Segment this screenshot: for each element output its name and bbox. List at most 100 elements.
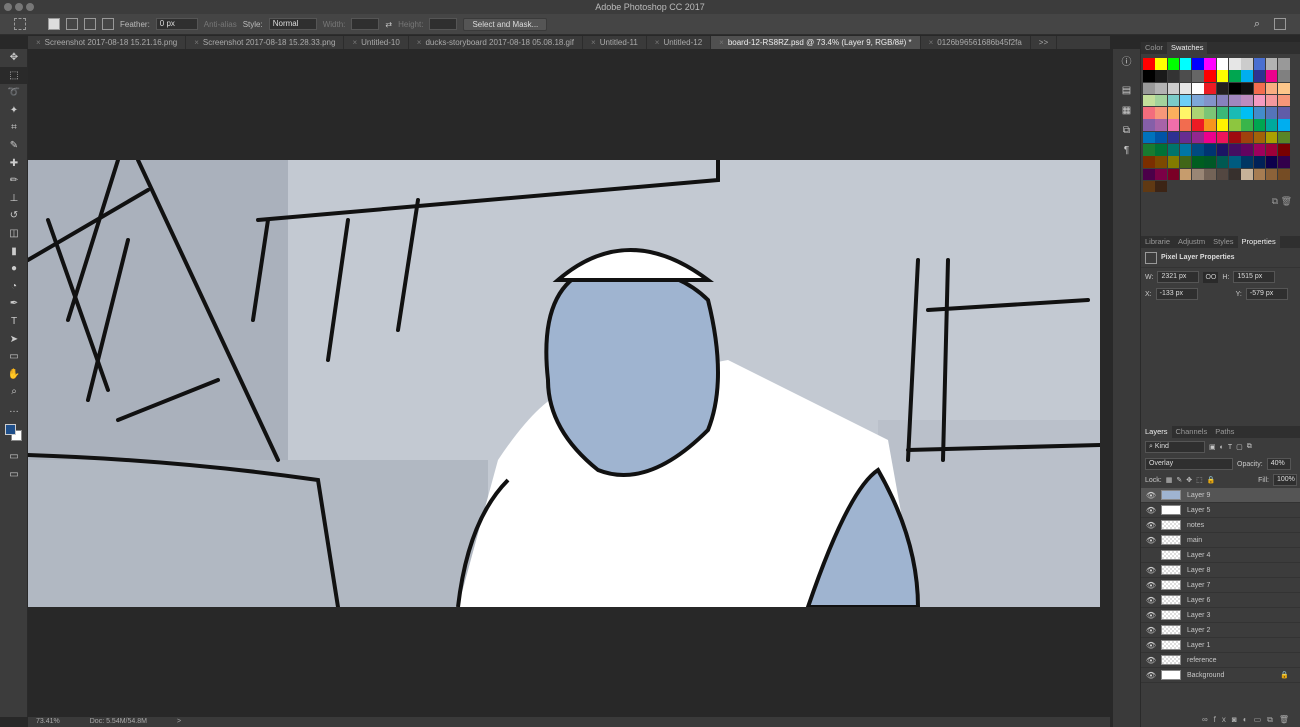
new-selection-icon[interactable] [48,18,60,30]
swatch[interactable] [1253,144,1266,156]
swatch[interactable] [1265,70,1278,82]
swatch[interactable] [1155,82,1167,95]
swatch[interactable] [1167,82,1180,95]
close-tab-icon[interactable]: × [194,38,199,47]
swatch[interactable] [1155,156,1167,168]
filter-pixel-icon[interactable]: ▣ [1209,443,1216,451]
info-icon[interactable]: ⓘ [1113,53,1140,73]
zoom-level[interactable]: 73.41% [36,717,60,727]
style-select[interactable]: Normal [268,18,317,30]
swatch[interactable] [1167,131,1180,144]
swatch[interactable] [1253,70,1266,82]
swatch[interactable] [1216,119,1229,131]
swatch[interactable] [1167,58,1180,70]
layer-row[interactable]: 👁 Background 🔒 [1141,668,1300,683]
layer-row[interactable]: 👁 Layer 3 [1141,608,1300,623]
close-tab-icon[interactable]: × [417,38,422,47]
swatch[interactable] [1155,168,1167,181]
swatch[interactable] [1216,156,1229,168]
gradient-tool-icon[interactable]: ▮ [0,243,28,261]
swatch[interactable] [1204,131,1216,144]
y-field[interactable]: -579 px [1245,288,1288,300]
swatch[interactable] [1278,119,1290,131]
visibility-eye-icon[interactable]: 👁 [1141,641,1161,650]
swatch[interactable] [1253,131,1266,144]
status-menu-arrow[interactable]: > [177,717,181,727]
layer-row[interactable]: 👁 Layer 5 [1141,503,1300,518]
visibility-eye-icon[interactable]: 👁 [1141,536,1161,545]
filter-smart-icon[interactable]: ⧉ [1247,443,1252,451]
swatch[interactable] [1229,156,1241,168]
swatch[interactable] [1167,107,1180,119]
swatch[interactable] [1229,168,1241,181]
document-tab[interactable]: × Screenshot 2017-08-18 15.28.33.png [186,36,345,49]
type-tool-icon[interactable]: T [0,313,28,331]
tab-color[interactable]: Color [1141,42,1167,54]
tab-libraries[interactable]: Librarie [1141,236,1174,248]
swatch[interactable] [1265,94,1278,107]
history-brush-tool-icon[interactable]: ↺ [0,207,28,225]
tabs-overflow-button[interactable]: >> [1031,36,1058,49]
zoom-tool-icon[interactable]: ⌕ [0,383,28,401]
swatch[interactable] [1265,131,1278,144]
swatch[interactable] [1216,144,1229,156]
swatch[interactable] [1241,119,1253,131]
swatch[interactable] [1204,144,1216,156]
visibility-eye-icon[interactable]: 👁 [1141,566,1161,575]
fx-icon[interactable]: fx [1214,715,1232,724]
swatch[interactable] [1204,107,1216,119]
dodge-tool-icon[interactable]: ◔ [0,278,28,296]
marquee-preset-icon[interactable] [14,18,26,30]
swatch[interactable] [1265,82,1278,95]
swatch[interactable] [1179,58,1192,70]
swatch[interactable] [1241,94,1253,107]
swatch[interactable] [1278,168,1290,181]
swatch[interactable] [1155,70,1167,82]
swatch[interactable] [1179,94,1192,107]
subtract-selection-icon[interactable] [84,18,96,30]
visibility-eye-icon[interactable]: 👁 [1141,671,1161,680]
swatch[interactable] [1229,131,1241,144]
swatch[interactable] [1265,107,1278,119]
swatch[interactable] [1179,107,1192,119]
visibility-eye-icon[interactable]: 👁 [1141,581,1161,590]
swatch[interactable] [1155,94,1167,107]
swatch[interactable] [1216,94,1229,107]
intersect-selection-icon[interactable] [102,18,114,30]
swatch[interactable] [1192,70,1204,82]
x-field[interactable]: -133 px [1155,288,1198,300]
document-canvas[interactable] [28,160,1100,607]
swatch[interactable] [1179,144,1192,156]
group-icon[interactable]: ▭ [1254,715,1268,724]
swatch[interactable] [1192,131,1204,144]
document-tab[interactable]: × 0126b96561686b45f2fa [921,36,1031,49]
swatch[interactable] [1143,180,1155,193]
swatch[interactable] [1179,119,1192,131]
swatch[interactable] [1241,58,1253,70]
pen-tool-icon[interactable]: ✒ [0,295,28,313]
swatch[interactable] [1155,58,1167,70]
clone-source-icon[interactable]: ⧉ [1113,121,1140,141]
tab-styles[interactable]: Styles [1209,236,1237,248]
swatch[interactable] [1278,70,1290,82]
new-swatch-icon[interactable]: ⧉ [1272,196,1278,206]
zoom-window-button[interactable] [26,3,34,11]
swatch[interactable] [1278,131,1290,144]
history-icon[interactable]: ▤ [1113,81,1140,101]
swatch[interactable] [1253,119,1266,131]
swatch[interactable] [1204,58,1216,70]
swatch[interactable] [1229,107,1241,119]
filter-adjustment-icon[interactable]: ◐ [1220,444,1224,451]
delete-swatch-icon[interactable]: 🗑 [1281,196,1292,206]
swatch[interactable] [1192,119,1204,131]
minimize-window-button[interactable] [15,3,23,11]
marquee-tool-icon[interactable]: ⬚ [0,66,28,85]
lock-position-icon[interactable]: ✥ [1186,476,1192,484]
healing-tool-icon[interactable]: ✚ [0,155,28,173]
swatch[interactable] [1278,144,1290,156]
swatch[interactable] [1204,94,1216,107]
visibility-eye-icon[interactable]: 👁 [1141,596,1161,605]
swap-icon[interactable]: ⇄ [385,20,392,29]
lasso-tool-icon[interactable]: ➰ [0,84,28,102]
tab-adjustments[interactable]: Adjustm [1174,236,1209,248]
